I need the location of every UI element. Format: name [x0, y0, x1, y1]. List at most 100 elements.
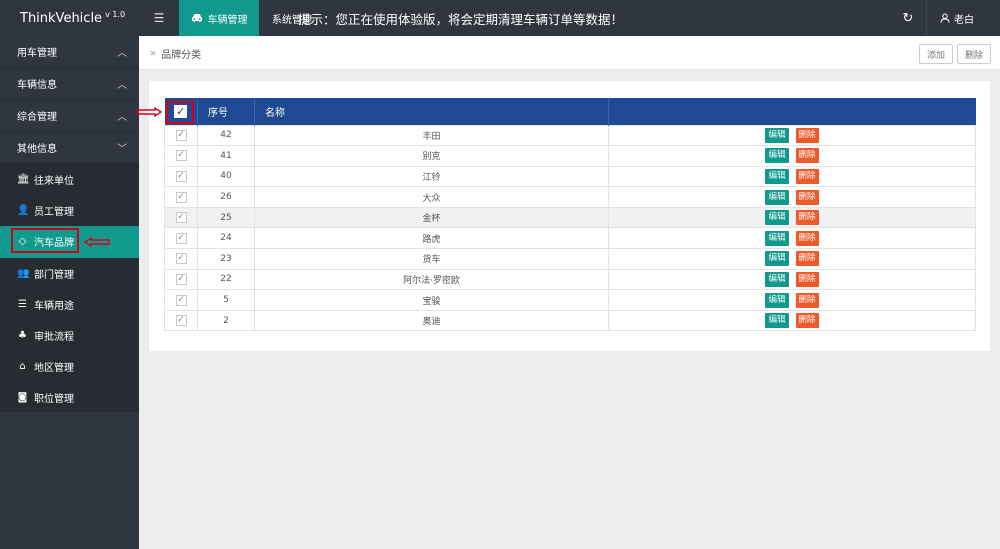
row-checkbox[interactable]: ✓	[175, 129, 187, 141]
delete-button[interactable]: 删除	[957, 44, 992, 64]
sidebar-item-partners[interactable]: 🏛 往来单位	[0, 164, 139, 195]
left-arrow-icon	[84, 237, 110, 247]
flow-icon: ♣	[18, 330, 27, 342]
row-seq: 22	[197, 268, 255, 291]
row-checkbox[interactable]: ✓	[175, 191, 187, 203]
list-icon: ☰	[18, 298, 27, 310]
row-checkbox[interactable]: ✓	[175, 273, 187, 285]
row-checkbox[interactable]: ✓	[175, 315, 187, 327]
table-row[interactable]: ✓ 41 别克 编辑 删除	[164, 145, 976, 167]
refresh-icon[interactable]: ↻	[895, 0, 921, 36]
sidebar-item-employees[interactable]: 👤 员工管理	[0, 195, 139, 226]
row-delete-button[interactable]: 删除	[795, 251, 819, 267]
sidebar-group-other-info[interactable]: 其他信息 ﹀	[0, 132, 139, 164]
table-row[interactable]: ✓ 42 丰田 编辑 删除	[164, 124, 976, 147]
top-bar: ThinkVehicle v 1.0 ☰ 车辆管理 系统管理 提示：您正在使用体…	[0, 0, 1000, 36]
row-checkbox-cell: ✓	[164, 227, 198, 250]
edit-button[interactable]: 编辑	[765, 313, 789, 329]
row-delete-button[interactable]: 删除	[795, 148, 819, 164]
add-button[interactable]: 添加	[919, 44, 954, 64]
row-name: 江铃	[254, 165, 609, 188]
row-delete-button[interactable]: 删除	[795, 189, 819, 205]
edit-button[interactable]: 编辑	[765, 230, 789, 246]
row-checkbox[interactable]: ✓	[175, 212, 187, 224]
sidebar-group-label: 综合管理	[17, 112, 57, 123]
row-name: 金杯	[254, 206, 609, 229]
table-row[interactable]: ✓ 23 货车 编辑 删除	[164, 248, 976, 270]
sidebar-item-vehicle-purpose[interactable]: ☰ 车辆用途	[0, 289, 139, 320]
sidebar-item-label: 员工管理	[34, 207, 74, 219]
table-row[interactable]: ✓ 24 路虎 编辑 删除	[164, 227, 976, 250]
table-row[interactable]: ✓ 2 奥迪 编辑 删除	[164, 309, 976, 332]
brand-logo[interactable]: ThinkVehicle v 1.0	[0, 0, 139, 36]
column-name: 名称	[254, 98, 609, 125]
edit-button[interactable]: 编辑	[765, 292, 789, 308]
row-delete-button[interactable]: 删除	[795, 168, 819, 184]
sidebar-item-label: 往来单位	[34, 176, 74, 188]
row-delete-button[interactable]: 删除	[795, 271, 819, 287]
row-name: 宝骏	[254, 289, 609, 311]
row-actions: 编辑 删除	[608, 227, 976, 250]
edit-button[interactable]: 编辑	[765, 271, 789, 287]
row-checkbox-cell: ✓	[164, 309, 198, 332]
row-seq: 41	[197, 145, 255, 167]
brand-table: ✓ 序号 名称 ✓ 42 丰田 编辑 删除 ✓ 41 别克 编辑 删除 ✓ 40…	[164, 98, 976, 332]
breadcrumb: » 品牌分类	[150, 36, 201, 70]
sidebar-group-vehicle-info[interactable]: 车辆信息 ︿	[0, 68, 139, 100]
row-seq: 5	[197, 289, 255, 311]
row-seq: 23	[197, 248, 255, 270]
row-delete-button[interactable]: 删除	[795, 210, 819, 226]
row-name: 大众	[254, 186, 609, 208]
edit-button[interactable]: 编辑	[765, 168, 789, 184]
row-delete-button[interactable]: 删除	[795, 127, 819, 143]
hamburger-icon[interactable]: ☰	[150, 0, 168, 36]
row-checkbox[interactable]: ✓	[175, 170, 187, 182]
sidebar-item-positions[interactable]: ◙ 职位管理	[0, 382, 139, 413]
row-seq: 42	[197, 124, 255, 147]
edit-button[interactable]: 编辑	[765, 127, 789, 143]
user-name: 老白	[954, 14, 974, 26]
row-actions: 编辑 删除	[608, 206, 976, 229]
row-seq: 25	[197, 206, 255, 229]
sidebar-item-regions[interactable]: ⌂ 地区管理	[0, 351, 139, 382]
row-checkbox[interactable]: ✓	[175, 232, 187, 244]
row-checkbox[interactable]: ✓	[175, 150, 187, 162]
table-row[interactable]: ✓ 22 阿尔法·罗密欧 编辑 删除	[164, 268, 976, 291]
sidebar-item-label: 审批流程	[34, 332, 74, 344]
edit-button[interactable]: 编辑	[765, 148, 789, 164]
row-name: 货车	[254, 248, 609, 270]
row-seq: 26	[197, 186, 255, 208]
row-checkbox-cell: ✓	[164, 206, 198, 229]
sidebar-item-departments[interactable]: 👥 部门管理	[0, 258, 139, 289]
edit-button[interactable]: 编辑	[765, 210, 789, 226]
row-delete-button[interactable]: 删除	[795, 292, 819, 308]
row-checkbox-cell: ✓	[164, 186, 198, 208]
user-icon: 👤	[17, 205, 30, 217]
row-delete-button[interactable]: 删除	[795, 230, 819, 246]
row-actions: 编辑 删除	[608, 268, 976, 291]
sidebar-group-vehicle-use[interactable]: 用车管理 ︿	[0, 36, 139, 68]
row-checkbox[interactable]: ✓	[175, 253, 187, 265]
sidebar-item-approval-flow[interactable]: ♣ 审批流程	[0, 320, 139, 351]
user-menu[interactable]: 老白	[940, 0, 974, 36]
row-checkbox[interactable]: ✓	[175, 294, 187, 306]
table-row[interactable]: ✓ 26 大众 编辑 删除	[164, 186, 976, 208]
edit-button[interactable]: 编辑	[765, 189, 789, 205]
row-actions: 编辑 删除	[608, 145, 976, 167]
table-row[interactable]: ✓ 40 江铃 编辑 删除	[164, 165, 976, 188]
row-checkbox-cell: ✓	[164, 165, 198, 188]
table-row[interactable]: ✓ 25 金杯 编辑 删除	[164, 206, 976, 229]
tab-vehicle-management[interactable]: 车辆管理	[179, 0, 259, 36]
camera-icon: ◙	[17, 392, 28, 404]
table-row[interactable]: ✓ 5 宝骏 编辑 删除	[164, 289, 976, 311]
sidebar: 用车管理 ︿ 车辆信息 ︿ 综合管理 ︿ 其他信息 ﹀ 🏛 往来单位 👤 员工管…	[0, 36, 139, 549]
row-checkbox-cell: ✓	[164, 248, 198, 270]
row-delete-button[interactable]: 删除	[795, 313, 819, 329]
edit-button[interactable]: 编辑	[765, 251, 789, 267]
row-checkbox-cell: ✓	[164, 145, 198, 167]
sidebar-group-label: 其他信息	[17, 144, 57, 155]
sidebar-group-general[interactable]: 综合管理 ︿	[0, 100, 139, 132]
row-actions: 编辑 删除	[608, 289, 976, 311]
column-seq: 序号	[197, 98, 255, 125]
row-actions: 编辑 删除	[608, 309, 976, 332]
